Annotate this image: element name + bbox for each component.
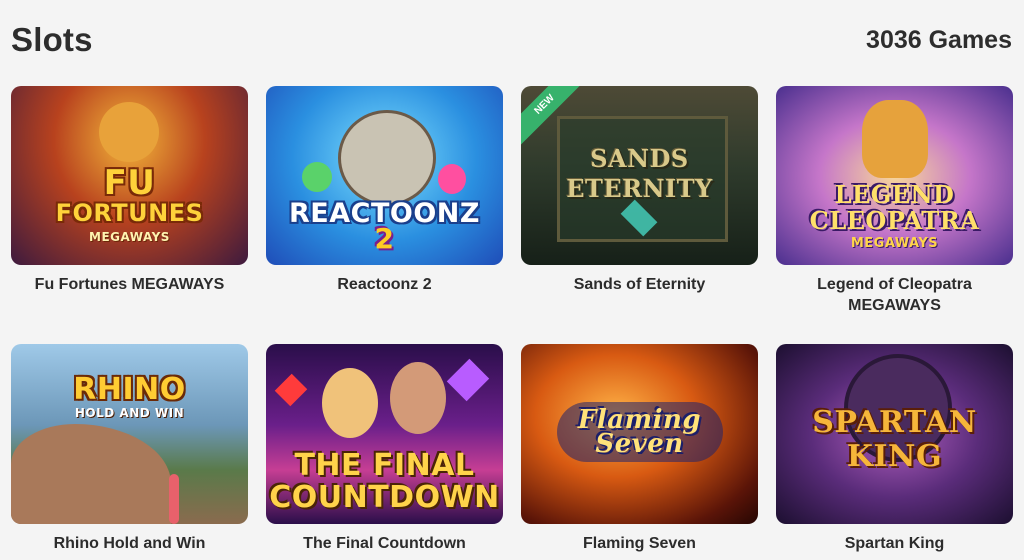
game-card-flaming-seven[interactable]: Flaming Seven Flaming Seven	[521, 344, 758, 560]
game-thumbnail[interactable]: RHINO HOLD AND WIN	[11, 344, 248, 524]
game-title[interactable]: Sands of Eternity	[521, 274, 758, 295]
game-card-the-final-countdown[interactable]: THE FINAL COUNTDOWN The Final Countdown	[266, 344, 503, 560]
flamingo-art	[169, 474, 179, 524]
game-logo-subtitle: MEGAWAYS	[850, 236, 939, 251]
slots-header: Slots 3036 Games	[11, 18, 1012, 62]
rhino-art	[11, 424, 171, 524]
game-thumbnail[interactable]: NEW SANDS ETERNITY	[521, 86, 758, 265]
game-title[interactable]: Reactoonz 2	[266, 274, 503, 295]
game-logo: SANDS ETERNITY	[566, 144, 713, 203]
game-logo: LEGEND CLEOPATRA	[809, 180, 980, 235]
cleopatra-art	[862, 100, 928, 178]
page-title: Slots	[11, 21, 93, 58]
green-monster-art	[302, 162, 332, 192]
game-title[interactable]: Rhino Hold and Win	[11, 533, 248, 554]
game-card-legend-of-cleopatra[interactable]: LEGEND CLEOPATRA MEGAWAYS Legend of Cleo…	[776, 86, 1013, 344]
game-title[interactable]: The Final Countdown	[266, 533, 503, 554]
game-title[interactable]: Legend of Cleopatra MEGAWAYS	[776, 274, 1013, 316]
game-logo: FU FORTUNES	[55, 163, 204, 227]
woman-character-art	[322, 368, 378, 438]
game-card-rhino-hold-and-win[interactable]: RHINO HOLD AND WIN Rhino Hold and Win	[11, 344, 248, 560]
game-title[interactable]: Spartan King	[776, 533, 1013, 554]
game-thumbnail[interactable]: LEGEND CLEOPATRA MEGAWAYS	[776, 86, 1013, 265]
game-logo-subtitle: MEGAWAYS	[89, 230, 170, 244]
games-grid: FU FORTUNES MEGAWAYS Fu Fortunes MEGAWAY…	[11, 86, 1013, 560]
game-thumbnail[interactable]: Flaming Seven	[521, 344, 758, 524]
pink-monster-art	[438, 164, 466, 194]
game-card-sands-of-eternity[interactable]: NEW SANDS ETERNITY Sands of Eternity	[521, 86, 758, 344]
monster-art	[338, 110, 436, 206]
man-character-art	[390, 362, 446, 434]
game-thumbnail[interactable]: SPARTAN KING	[776, 344, 1013, 524]
games-count: 3036 Games	[866, 25, 1012, 54]
game-logo: THE FINAL COUNTDOWN	[269, 448, 500, 515]
game-thumbnail[interactable]: FU FORTUNES MEGAWAYS	[11, 86, 248, 265]
character-art	[99, 102, 159, 162]
game-logo: SPARTAN KING	[812, 405, 977, 474]
game-card-reactoonz-2[interactable]: REACTOONZ 2 Reactoonz 2	[266, 86, 503, 344]
red-gem-art	[274, 373, 308, 407]
game-logo: Flaming Seven	[577, 405, 702, 459]
game-logo-subtitle: HOLD AND WIN	[74, 406, 185, 420]
game-title[interactable]: Flaming Seven	[521, 533, 758, 554]
purple-gem-art	[446, 358, 490, 402]
game-title[interactable]: Fu Fortunes MEGAWAYS	[11, 274, 248, 295]
game-logo: RHINO	[73, 372, 186, 407]
game-card-fu-fortunes[interactable]: FU FORTUNES MEGAWAYS Fu Fortunes MEGAWAY…	[11, 86, 248, 344]
game-thumbnail[interactable]: THE FINAL COUNTDOWN	[266, 344, 503, 524]
game-card-spartan-king[interactable]: SPARTAN KING Spartan King	[776, 344, 1013, 560]
game-thumbnail[interactable]: REACTOONZ 2	[266, 86, 503, 265]
game-logo-number: 2	[374, 222, 395, 255]
